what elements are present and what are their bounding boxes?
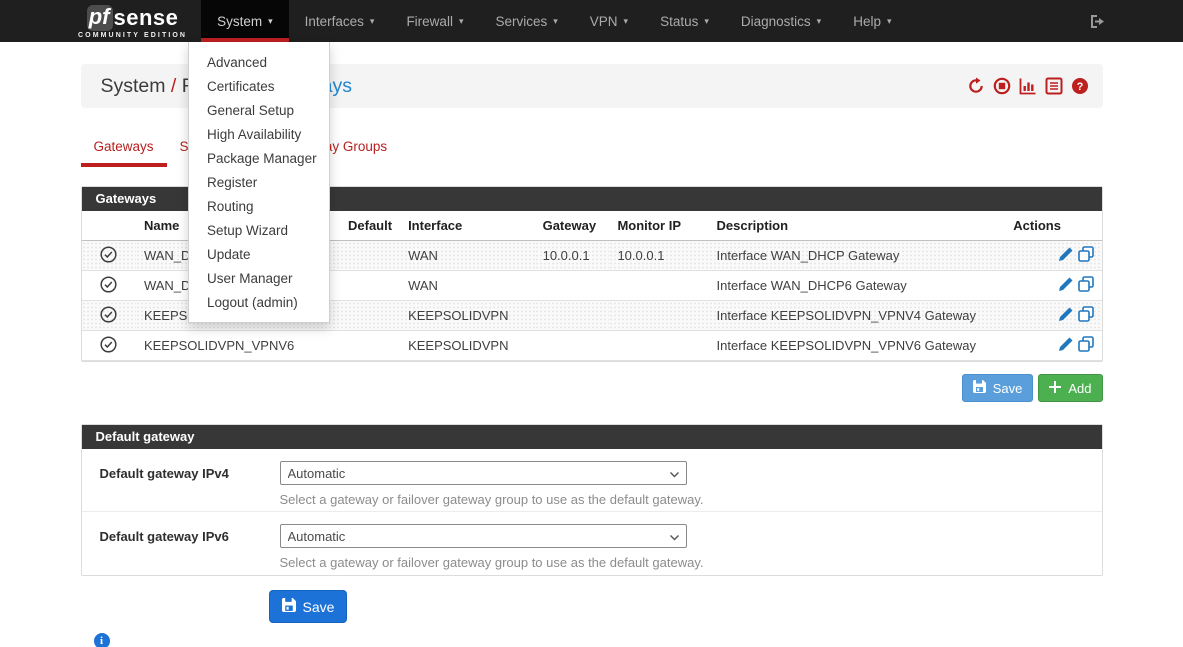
col-default: Default	[340, 211, 400, 241]
gateway-monitor-ip	[609, 271, 708, 301]
caret-down-icon: ▾	[624, 16, 629, 27]
gateway-address	[535, 271, 610, 301]
save-floppy-icon	[973, 380, 986, 396]
default-gateway-panel-title: Default gateway	[82, 425, 1102, 449]
table-row: KEEPSOLIDVPN_VPNV6 KEEPSOLIDVPN Interfac…	[82, 331, 1102, 361]
gateway-description: Interface KEEPSOLIDVPN_VPNV6 Gateway	[709, 331, 1006, 361]
check-circle-icon	[100, 281, 117, 296]
refresh-icon[interactable]	[967, 77, 985, 95]
caret-down-icon: ▾	[553, 16, 558, 27]
menu-item-update[interactable]: Update	[189, 242, 329, 266]
edit-pencil-icon[interactable]	[1058, 337, 1073, 352]
gateway-interface: WAN	[400, 271, 535, 301]
gateway-description: Interface WAN_DHCP6 Gateway	[709, 271, 1006, 301]
gateway-address	[535, 331, 610, 361]
save-button[interactable]: Save	[962, 374, 1034, 402]
caret-down-icon: ▾	[459, 16, 464, 27]
default-gateway-ipv6-help: Select a gateway or failover gateway gro…	[280, 555, 704, 570]
menu-item-general-setup[interactable]: General Setup	[189, 98, 329, 122]
menu-item-logout[interactable]: Logout (admin)	[189, 290, 329, 314]
logo-sense-text: sense	[113, 6, 178, 30]
gateway-monitor-ip	[609, 331, 708, 361]
menu-system[interactable]: System▾	[201, 0, 289, 42]
check-circle-icon	[100, 341, 117, 356]
breadcrumb-system: System	[101, 75, 166, 97]
main-menu: System▾ Interfaces▾ Firewall▾ Services▾ …	[201, 0, 907, 42]
caret-down-icon: ▾	[887, 16, 892, 27]
top-navbar: pfsense COMMUNITY EDITION System▾ Interf…	[0, 0, 1183, 42]
menu-item-high-availability[interactable]: High Availability	[189, 122, 329, 146]
copy-icon[interactable]	[1078, 246, 1094, 262]
check-circle-icon	[100, 311, 117, 326]
gateway-interface: WAN	[400, 241, 535, 271]
copy-icon[interactable]	[1078, 276, 1094, 292]
add-button[interactable]: Add	[1038, 374, 1102, 402]
gateway-monitor-ip	[609, 301, 708, 331]
info-circle-icon[interactable]: i	[94, 633, 110, 647]
save-floppy-icon	[282, 598, 296, 615]
col-interface: Interface	[400, 211, 535, 241]
default-gateway-panel: Default gateway Default gateway IPv4 Aut…	[81, 424, 1103, 576]
col-actions: Actions	[1005, 211, 1101, 241]
col-gateway: Gateway	[535, 211, 610, 241]
gateway-name: KEEPSOLIDVPN_VPNV6	[136, 331, 340, 361]
stop-icon[interactable]	[993, 77, 1011, 95]
menu-status[interactable]: Status▾	[644, 0, 725, 42]
logo-pf-badge: pf	[87, 5, 114, 31]
log-icon[interactable]	[1045, 77, 1063, 95]
menu-diagnostics[interactable]: Diagnostics▾	[725, 0, 837, 42]
menu-interfaces[interactable]: Interfaces▾	[289, 0, 391, 42]
gateway-interface: KEEPSOLIDVPN	[400, 301, 535, 331]
sign-out-icon[interactable]	[1090, 14, 1107, 29]
menu-vpn[interactable]: VPN▾	[574, 0, 644, 42]
menu-item-advanced[interactable]: Advanced	[189, 50, 329, 74]
chart-icon[interactable]	[1019, 77, 1037, 95]
form-row-ipv4: Default gateway IPv4 Automatic Select a …	[82, 449, 1102, 512]
edit-pencil-icon[interactable]	[1058, 307, 1073, 322]
gateway-address	[535, 301, 610, 331]
gateway-description: Interface KEEPSOLIDVPN_VPNV4 Gateway	[709, 301, 1006, 331]
svg-text:?: ?	[1076, 81, 1083, 93]
tab-gateways[interactable]: Gateways	[81, 128, 167, 167]
menu-services[interactable]: Services▾	[479, 0, 573, 42]
edit-pencil-icon[interactable]	[1058, 247, 1073, 262]
default-gateway-ipv4-select[interactable]: Automatic	[280, 461, 687, 485]
header-action-icons: ?	[967, 77, 1089, 95]
caret-down-icon: ▾	[268, 16, 273, 27]
menu-item-setup-wizard[interactable]: Setup Wizard	[189, 218, 329, 242]
default-gateway-ipv4-label: Default gateway IPv4	[100, 461, 262, 511]
menu-item-certificates[interactable]: Certificates	[189, 74, 329, 98]
col-description: Description	[709, 211, 1006, 241]
plus-icon	[1049, 381, 1061, 396]
menu-item-user-manager[interactable]: User Manager	[189, 266, 329, 290]
gateway-description: Interface WAN_DHCP Gateway	[709, 241, 1006, 271]
save-button-bottom[interactable]: Save	[269, 590, 348, 623]
default-gateway-ipv4-help: Select a gateway or failover gateway gro…	[280, 492, 704, 507]
help-icon[interactable]: ?	[1071, 77, 1089, 95]
check-circle-icon	[100, 251, 117, 266]
menu-help[interactable]: Help▾	[837, 0, 907, 42]
system-dropdown-menu: Advanced Certificates General Setup High…	[188, 42, 330, 323]
gateway-interface: KEEPSOLIDVPN	[400, 331, 535, 361]
copy-icon[interactable]	[1078, 336, 1094, 352]
menu-item-routing[interactable]: Routing	[189, 194, 329, 218]
default-gateway-ipv6-label: Default gateway IPv6	[100, 524, 262, 575]
caret-down-icon: ▾	[704, 16, 709, 27]
menu-firewall[interactable]: Firewall▾	[390, 0, 479, 42]
logo-subtitle: COMMUNITY EDITION	[78, 32, 187, 39]
copy-icon[interactable]	[1078, 306, 1094, 322]
form-row-ipv6: Default gateway IPv6 Automatic Select a …	[82, 512, 1102, 575]
col-monitor-ip: Monitor IP	[609, 211, 708, 241]
caret-down-icon: ▾	[817, 16, 822, 27]
edit-pencil-icon[interactable]	[1058, 277, 1073, 292]
menu-item-package-manager[interactable]: Package Manager	[189, 146, 329, 170]
gateway-address: 10.0.0.1	[535, 241, 610, 271]
gateway-monitor-ip: 10.0.0.1	[609, 241, 708, 271]
caret-down-icon: ▾	[370, 16, 375, 27]
default-gateway-ipv6-select[interactable]: Automatic	[280, 524, 687, 548]
pfsense-logo[interactable]: pfsense COMMUNITY EDITION	[78, 0, 187, 42]
menu-item-register[interactable]: Register	[189, 170, 329, 194]
